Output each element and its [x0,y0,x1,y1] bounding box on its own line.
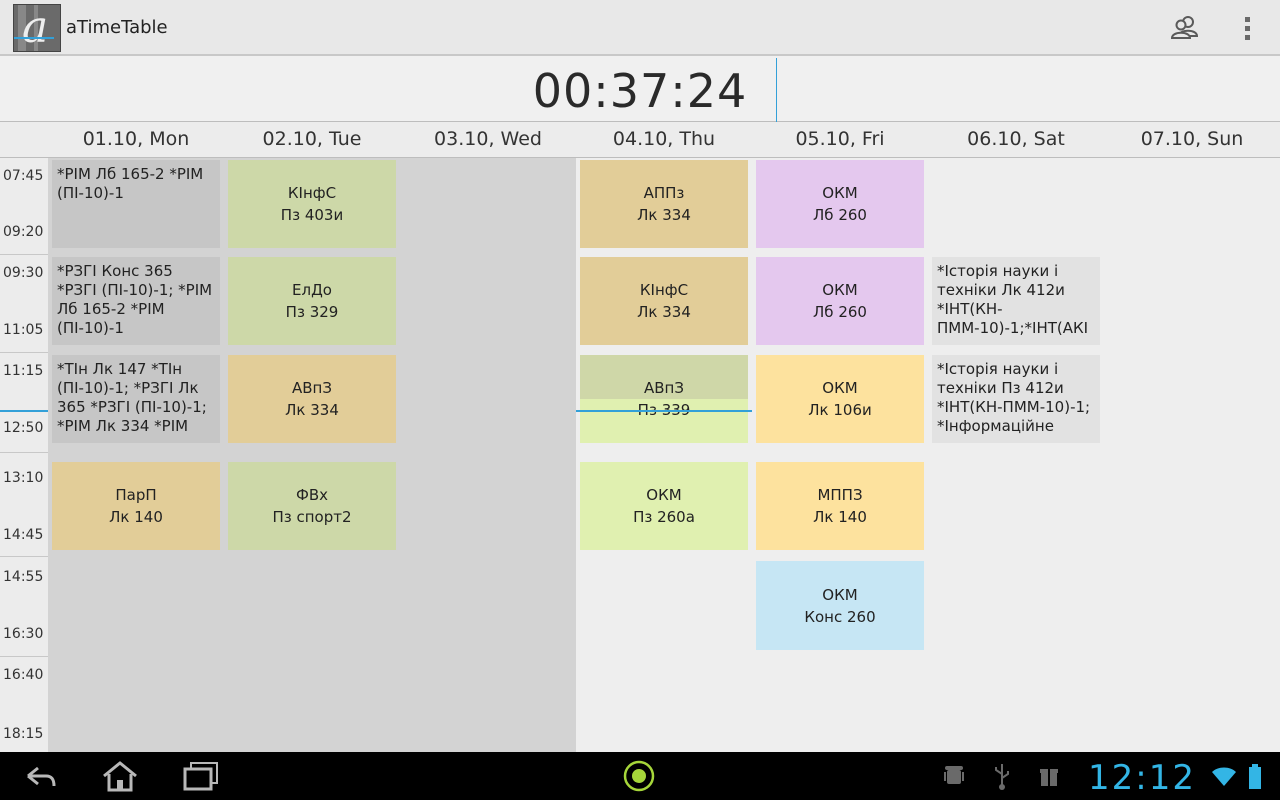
lesson-card[interactable]: КІнфС Пз 403и [228,160,396,248]
usb-icon [992,760,1012,792]
lesson-card[interactable]: КІнфС Лк 334 [580,257,748,345]
lesson-text: *Історія науки і техніки Лк 412и *ІНТ(КН… [937,262,1089,337]
lesson-room: Пз 329 [285,303,339,321]
lesson-subject: ПарП [115,486,157,504]
timetable-grid[interactable]: 07:45 09:20 09:30 11:05 11:15 12:50 13:1… [0,158,1280,752]
lesson-card[interactable]: АППз Лк 334 [580,160,748,248]
lesson-card[interactable]: ОКМ Конс 260 [756,561,924,650]
period-start-time: 11:15 [3,363,44,379]
lesson-card[interactable]: ПарП Лк 140 [52,462,220,550]
battery-icon [1246,760,1264,792]
lesson-subject: ОКМ [822,379,858,397]
period-start-time: 09:30 [3,265,44,281]
overflow-menu-icon[interactable] [1238,12,1268,44]
lesson-subject: КІнфС [287,184,337,202]
status-clock: 12:12 [1088,758,1196,798]
countdown-timer: 00:37:24 [532,64,748,118]
lesson-room: Лб 260 [813,206,867,224]
lesson-room: Лк 334 [637,303,691,321]
lesson-subject: АВпЗ [292,379,332,397]
lesson-room: Лк 140 [109,508,163,526]
system-navigation-bar: 12:12 [0,752,1280,800]
home-icon[interactable] [100,760,140,792]
day-header-wed[interactable]: 03.10, Wed [400,128,576,150]
lesson-card[interactable]: *РЗГІ Конс 365 *РЗГІ (ПІ-10)-1; *РІМ Лб … [52,257,220,345]
lesson-subject: ОКМ [822,585,858,604]
app-title: aTimeTable [66,17,168,38]
android-debug-icon [942,760,966,792]
period-end-time: 16:30 [3,626,44,642]
lesson-subject: КІнфС [639,281,689,299]
time-column: 07:45 09:20 09:30 11:05 11:15 12:50 13:1… [0,158,48,752]
lesson-subject: ОКМ [822,184,858,202]
lesson-card[interactable]: *ТІн Лк 147 *ТІн (ПІ-10)-1; *РЗГІ Лк 365… [52,355,220,443]
lesson-subject: ОКМ [646,486,682,504]
lesson-room: Пз 260а [633,508,695,526]
action-bar: a aTimeTable [0,0,1280,56]
period-end-time: 12:50 [3,420,44,436]
gift-icon [1038,760,1060,792]
day-header-sat[interactable]: 06.10, Sat [928,128,1104,150]
period-end-time: 11:05 [3,322,44,338]
people-icon[interactable] [1170,12,1200,44]
lesson-room: Лб 260 [813,303,867,321]
timer-progress-marker [776,58,777,122]
lesson-text: *РЗГІ Конс 365 *РЗГІ (ПІ-10)-1; *РІМ Лб … [57,262,213,337]
period-start-time: 14:55 [3,569,44,585]
day-header-fri[interactable]: 05.10, Fri [752,128,928,150]
lesson-card[interactable]: ОКМ Лб 260 [756,160,924,248]
lesson-room: Лк 140 [813,508,867,526]
lesson-subject: МППЗ [817,486,863,504]
camera-icon[interactable] [622,760,656,792]
current-time-indicator [0,410,48,412]
lesson-card[interactable]: ФВх Пз спорт2 [228,462,396,550]
wifi-icon [1210,760,1238,792]
lesson-subject: АППз [643,184,685,202]
lesson-card[interactable]: МППЗ Лк 140 [756,462,924,550]
lesson-card[interactable]: ОКМ Лк 106и [756,355,924,443]
lesson-card[interactable]: ОКМ Лб 260 [756,257,924,345]
day-header-mon[interactable]: 01.10, Mon [48,128,224,150]
lesson-room: Лк 106и [808,401,872,419]
lesson-card[interactable]: *Історія науки і техніки Пз 412и *ІНТ(КН… [932,355,1100,443]
lesson-card[interactable]: *Історія науки і техніки Лк 412и *ІНТ(КН… [932,257,1100,345]
period-end-time: 18:15 [3,726,44,742]
period-end-time: 09:20 [3,224,44,240]
current-time-indicator [576,410,752,412]
recent-apps-icon[interactable] [182,760,220,792]
lesson-card[interactable]: АВпЗ Лк 334 [228,355,396,443]
back-icon[interactable] [22,760,58,792]
app-logo-icon[interactable]: a [13,4,61,52]
lesson-room: Конс 260 [804,607,876,626]
day-header-row: 01.10, Mon 02.10, Tue 03.10, Wed 04.10, … [0,122,1280,158]
lesson-room: Лк 334 [285,401,339,419]
lesson-text: *ТІн Лк 147 *ТІн (ПІ-10)-1; *РЗГІ Лк 365… [57,360,207,435]
lesson-subject: АВпЗ [644,379,684,397]
day-header-tue[interactable]: 02.10, Tue [224,128,400,150]
lesson-subject: ФВх [295,486,329,504]
lesson-text: *РІМ Лб 165-2 *РІМ (ПІ-10)-1 [57,165,204,202]
countdown-bar: 00:37:24 [0,58,1280,122]
lesson-card[interactable]: ЕлДо Пз 329 [228,257,396,345]
lesson-card-current[interactable]: АВпЗ Пз 339 [580,355,748,443]
period-start-time: 13:10 [3,470,44,486]
day-header-sun[interactable]: 07.10, Sun [1104,128,1280,150]
lesson-card[interactable]: *РІМ Лб 165-2 *РІМ (ПІ-10)-1 [52,160,220,248]
day-header-thu[interactable]: 04.10, Thu [576,128,752,150]
period-end-time: 14:45 [3,527,44,543]
period-start-time: 16:40 [3,667,44,683]
lesson-room: Лк 334 [637,206,691,224]
lesson-subject: ОКМ [822,281,858,299]
lesson-card[interactable]: ОКМ Пз 260а [580,462,748,550]
period-start-time: 07:45 [3,168,44,184]
lesson-text: *Історія науки і техніки Пз 412и *ІНТ(КН… [937,360,1091,435]
lesson-room: Пз спорт2 [272,508,352,526]
lesson-room: Пз 403и [280,206,344,224]
lesson-subject: ЕлДо [292,281,332,299]
